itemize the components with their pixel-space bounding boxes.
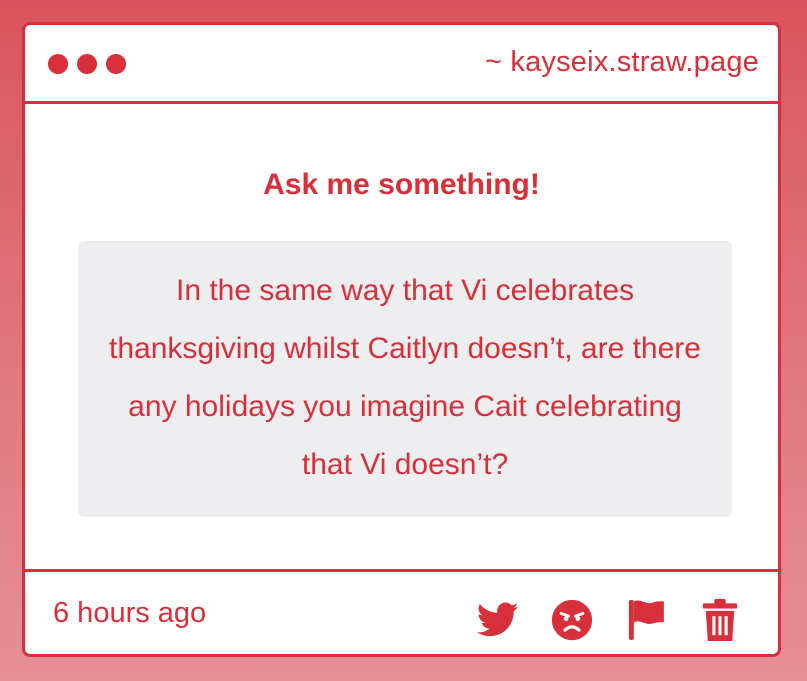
action-bar (476, 598, 742, 642)
window-dot-icon (48, 54, 68, 74)
card-footer: 6 hours ago (25, 569, 778, 654)
window-dot-icon (77, 54, 97, 74)
angry-face-icon (551, 599, 593, 641)
report-button[interactable] (624, 598, 668, 642)
page-title: Ask me something! (263, 168, 540, 201)
window-titlebar: ~ kayseix.straw.page (25, 25, 778, 104)
trash-icon (702, 599, 738, 641)
delete-button[interactable] (698, 598, 742, 642)
share-twitter-button[interactable] (476, 598, 520, 642)
window-dot-icon (106, 54, 126, 74)
twitter-icon (477, 602, 519, 637)
question-card: ~ kayseix.straw.page Ask me something! I… (22, 22, 781, 657)
flag-icon (628, 600, 664, 640)
question-text: In the same way that Vi celebrates thank… (109, 274, 701, 481)
react-angry-button[interactable] (550, 598, 594, 642)
timestamp: 6 hours ago (53, 597, 207, 629)
question-box: In the same way that Vi celebrates thank… (78, 241, 732, 517)
page-url[interactable]: ~ kayseix.straw.page (485, 46, 759, 79)
window-controls (48, 54, 126, 74)
